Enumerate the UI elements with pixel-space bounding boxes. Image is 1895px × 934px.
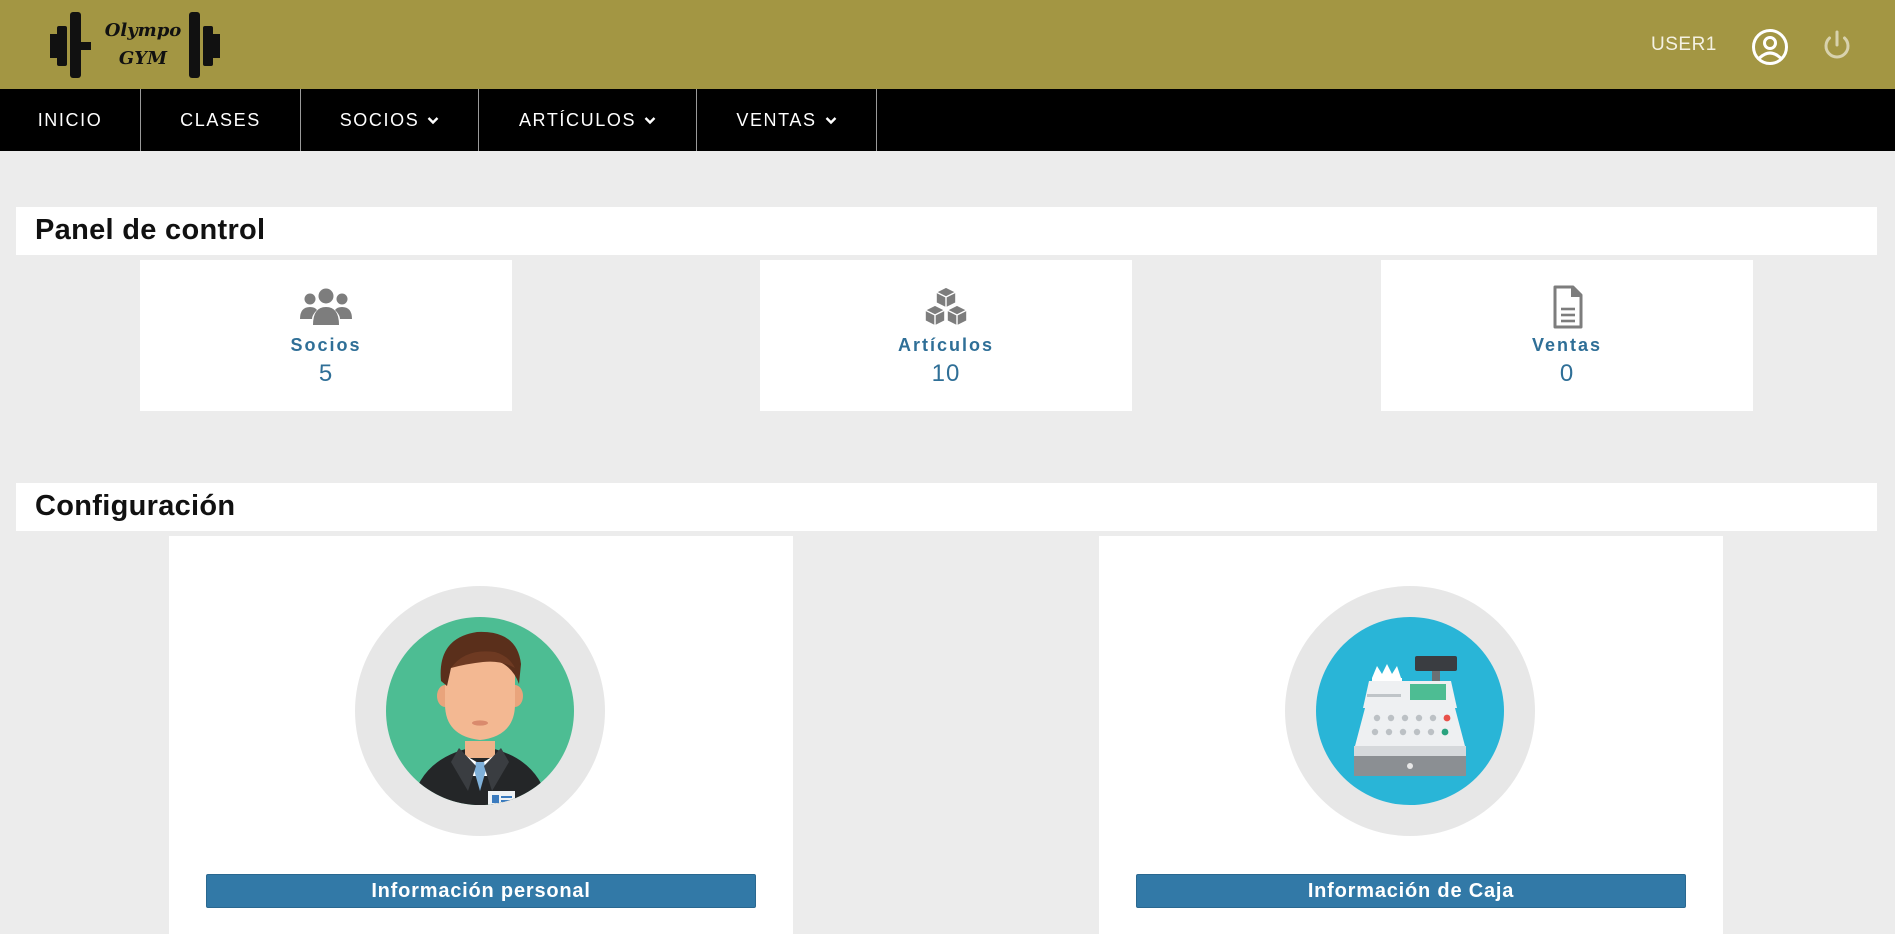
nav-item-articulos[interactable]: ARTÍCULOS: [479, 89, 697, 151]
nav-label: INICIO: [37, 109, 103, 130]
stat-value: 10: [931, 360, 961, 387]
nav-item-inicio[interactable]: INICIO: [0, 89, 141, 151]
stat-label: Socios: [290, 335, 362, 355]
top-header: Olympo GYM USER1: [0, 0, 1895, 89]
nav-item-socios[interactable]: SOCIOS: [301, 89, 479, 151]
stat-value: 5: [318, 360, 334, 387]
gym-logo[interactable]: Olympo GYM: [50, 12, 235, 80]
power-icon[interactable]: [1817, 26, 1857, 66]
chevron-down-icon: [644, 116, 656, 124]
config-card-personal: Información personal: [169, 536, 793, 934]
config-card-caja: Información de Caja: [1099, 536, 1723, 934]
document-icon: [1553, 285, 1583, 329]
cash-register-icon: [1285, 586, 1535, 836]
logo-text-line1: Olympo: [104, 20, 182, 41]
businessman-avatar-icon: [355, 586, 605, 836]
stat-label: Artículos: [897, 335, 994, 355]
nav-label: SOCIOS: [339, 109, 420, 130]
chevron-down-icon: [825, 116, 836, 124]
stat-label: Ventas: [1531, 335, 1603, 355]
stat-value: 0: [1559, 360, 1575, 387]
nav-label: CLASES: [180, 109, 261, 130]
username-label: USER1: [1651, 34, 1717, 55]
section-title: Configuración: [35, 490, 236, 522]
stat-card-socios[interactable]: Socios 5: [140, 260, 512, 411]
user-circle-icon[interactable]: [1750, 27, 1790, 67]
config-section-header: Configuración: [16, 483, 1877, 531]
logo-text-line2: GYM: [118, 48, 168, 69]
stat-card-articulos[interactable]: Artículos 10: [760, 260, 1132, 411]
stat-card-ventas[interactable]: Ventas 0: [1381, 260, 1753, 411]
main-nav: INICIO CLASES SOCIOS ARTÍCULOS VENTAS: [0, 89, 1895, 151]
section-title: Panel de control: [35, 214, 266, 246]
nav-label: ARTÍCULOS: [518, 109, 637, 130]
dashboard-section-header: Panel de control: [16, 207, 1877, 255]
chevron-down-icon: [427, 116, 439, 124]
nav-item-ventas[interactable]: VENTAS: [697, 89, 877, 151]
users-icon: [300, 288, 352, 325]
nav-item-clases[interactable]: CLASES: [141, 89, 301, 151]
cubes-icon: [924, 286, 968, 327]
personal-info-button[interactable]: Información personal: [206, 874, 756, 908]
nav-label: VENTAS: [736, 109, 817, 130]
cash-info-button[interactable]: Información de Caja: [1136, 874, 1686, 908]
